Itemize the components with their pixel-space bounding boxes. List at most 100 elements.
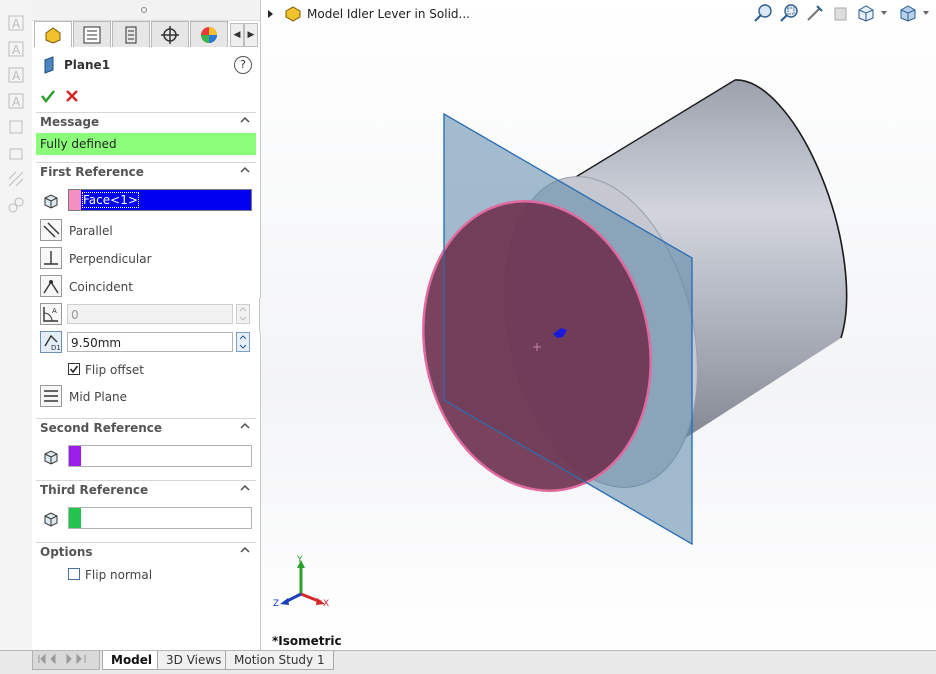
left-command-strip: A A A A: [0, 0, 33, 650]
chevron-up-icon[interactable]: [240, 545, 250, 555]
note-icon[interactable]: A: [7, 40, 25, 58]
panel-grip[interactable]: [32, 0, 260, 21]
mid-plane-label: Mid Plane: [69, 390, 128, 404]
manager-tabs: ◀ ▶: [34, 21, 260, 47]
view-orientation-label: *Isometric: [272, 634, 342, 648]
offset-distance-spinner[interactable]: [236, 332, 250, 352]
angle-icon: A: [43, 307, 58, 322]
chevron-up-icon[interactable]: [240, 115, 250, 125]
help-button[interactable]: ?: [234, 56, 252, 74]
grip-dot-icon: [141, 7, 147, 13]
color-wheel-icon: [201, 27, 217, 43]
cancel-button[interactable]: [64, 88, 80, 104]
perpendicular-icon: [44, 251, 58, 265]
angle-spinner[interactable]: [236, 304, 250, 324]
navigation-arrows-icon: [38, 653, 86, 665]
feature-title: Plane1: [64, 58, 111, 72]
third-reference-title: Third Reference: [40, 483, 149, 497]
svg-text:A: A: [12, 69, 21, 83]
flip-normal-checkbox[interactable]: [68, 568, 80, 580]
first-reference-section-header[interactable]: First Reference: [36, 162, 256, 181]
face-selection-icon: [44, 194, 58, 209]
coincident-icon: [43, 280, 59, 294]
message-section-header[interactable]: Message: [36, 112, 256, 131]
offset-distance-input[interactable]: 9.50mm: [67, 332, 233, 352]
angle-button[interactable]: A: [40, 303, 62, 325]
flip-offset-checkbox[interactable]: [68, 363, 80, 375]
parallel-label: Parallel: [69, 224, 113, 238]
annotation-icon[interactable]: A: [7, 66, 25, 84]
crosshair-icon: [161, 26, 179, 44]
ok-button[interactable]: [40, 88, 56, 104]
chain-icon[interactable]: [7, 196, 25, 214]
svg-text:A: A: [12, 43, 21, 57]
triad-z-label: Z: [273, 599, 280, 609]
check-icon: [69, 365, 79, 374]
hatch-icon[interactable]: [7, 170, 25, 188]
mid-plane-icon: [44, 390, 58, 402]
first-reference-color-swatch: [69, 190, 81, 210]
bottom-tab-bar: Model 3D Views Motion Study 1: [0, 650, 936, 674]
tab-scroll-right[interactable]: ▶: [244, 23, 258, 47]
face-selection-icon: [44, 450, 58, 465]
svg-text:A: A: [12, 17, 21, 31]
coincident-label: Coincident: [69, 280, 133, 294]
face-selection-icon: [44, 512, 58, 527]
perpendicular-label: Perpendicular: [69, 252, 152, 266]
plane-feature-icon: [44, 56, 54, 74]
third-reference-color-swatch: [69, 508, 81, 528]
tab-scroll-left[interactable]: ◀: [230, 23, 244, 47]
status-message-text: Fully defined: [40, 137, 117, 151]
datum-icon[interactable]: [7, 118, 25, 136]
tab-display-manager[interactable]: [190, 21, 228, 47]
third-reference-section-header[interactable]: Third Reference: [36, 480, 256, 499]
options-title: Options: [40, 545, 93, 559]
first-reference-selection-box[interactable]: Face<1>: [68, 189, 252, 211]
third-reference-selection-box[interactable]: [68, 507, 252, 529]
balloon-icon[interactable]: A: [7, 92, 25, 110]
options-section-header[interactable]: Options: [36, 542, 256, 561]
configuration-icon: [125, 26, 137, 44]
svg-text:A: A: [12, 95, 21, 109]
offset-distance-icon: D1: [44, 334, 61, 352]
tab-3d-views[interactable]: 3D Views: [157, 651, 231, 670]
angle-input[interactable]: 0: [67, 304, 233, 324]
angle-value: 0: [71, 308, 79, 322]
first-reference-selection-text: Face<1>: [82, 192, 139, 208]
parallel-button[interactable]: [40, 219, 62, 241]
graphics-viewport[interactable]: Model Idler Lever in Solid... Y X Z *Iso…: [261, 0, 936, 650]
svg-text:A: A: [52, 307, 57, 315]
chevron-up-icon[interactable]: [240, 421, 250, 431]
mid-plane-button[interactable]: [40, 385, 62, 407]
chevron-up-icon[interactable]: [240, 165, 250, 175]
first-reference-selected-item[interactable]: Face<1>: [81, 190, 251, 210]
model-scene[interactable]: [261, 0, 936, 650]
tab-property-manager[interactable]: [73, 21, 111, 47]
parallel-icon: [43, 222, 60, 238]
property-manager: ◀ ▶ Plane1 ? Message Fully defined First…: [32, 0, 261, 650]
second-reference-section-header[interactable]: Second Reference: [36, 418, 256, 437]
tab-navigation-arrows[interactable]: [32, 651, 100, 670]
triad-x-label: X: [323, 599, 330, 609]
chevron-up-icon[interactable]: [240, 483, 250, 493]
first-reference-title: First Reference: [40, 165, 144, 179]
part-tree-icon: [45, 27, 61, 44]
tab-feature-manager[interactable]: [34, 21, 72, 47]
tab-configuration-manager[interactable]: [112, 21, 150, 47]
second-reference-title: Second Reference: [40, 421, 163, 435]
svg-text:D1: D1: [51, 344, 61, 352]
perpendicular-button[interactable]: [40, 247, 62, 269]
tab-model[interactable]: Model: [102, 651, 162, 670]
second-reference-selection-box[interactable]: [68, 445, 252, 467]
flip-offset-label: Flip offset: [85, 363, 144, 377]
message-section-title: Message: [40, 115, 100, 129]
flip-normal-label: Flip normal: [85, 568, 153, 582]
layer-icon[interactable]: [7, 144, 25, 162]
tab-dimxpert-manager[interactable]: [151, 21, 189, 47]
sketch-text-icon[interactable]: A: [7, 14, 25, 32]
second-reference-color-swatch: [69, 446, 81, 466]
offset-distance-value: 9.50mm: [71, 336, 122, 350]
coincident-button[interactable]: [40, 275, 62, 297]
tab-motion-study[interactable]: Motion Study 1: [225, 651, 334, 670]
offset-distance-button[interactable]: D1: [40, 331, 62, 353]
